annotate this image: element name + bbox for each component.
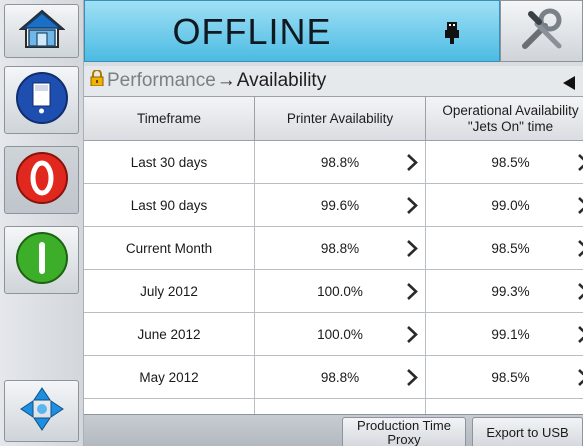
tools-button[interactable] (500, 0, 583, 62)
lock-icon (90, 69, 104, 92)
operational-availability-cell (426, 399, 583, 414)
production-time-proxy-button[interactable]: Production Time Proxy (342, 417, 466, 446)
chevron-right-icon[interactable] (577, 197, 583, 219)
bottom-toolbar: Production Time Proxy Export to USB (84, 414, 583, 446)
printer-availability-cell: 98.8% (255, 356, 426, 398)
chevron-right-icon[interactable] (406, 154, 418, 176)
printer-availability-cell: 99.6% (255, 184, 426, 226)
home-icon (17, 8, 66, 55)
info-icon (15, 71, 69, 130)
table-row-partial (84, 399, 583, 414)
table-row[interactable]: July 2012 100.0% 99.3% (84, 270, 583, 313)
column-header-operational-availability: Operational Availability "Jets On" time (426, 97, 583, 141)
table-row[interactable]: June 2012 100.0% 99.1% (84, 313, 583, 356)
chevron-right-icon[interactable] (577, 326, 583, 348)
breadcrumb-separator: → (216, 70, 236, 91)
operational-availability-cell: 99.0% (426, 184, 583, 226)
chevron-right-icon[interactable] (577, 240, 583, 262)
breadcrumb-current: Availability (236, 70, 327, 91)
navigation-arrows-icon (19, 386, 65, 437)
timeframe-cell (84, 399, 255, 414)
chevron-right-icon[interactable] (577, 154, 583, 176)
chevron-right-icon[interactable] (577, 369, 583, 391)
printer-availability-cell: 100.0% (255, 270, 426, 312)
back-arrow-icon[interactable] (563, 74, 575, 96)
tools-icon (519, 6, 565, 57)
printer-availability-cell: 98.8% (255, 141, 426, 183)
operational-availability-cell: 98.5% (426, 356, 583, 398)
table-row[interactable]: Current Month 98.8% 98.5% (84, 227, 583, 270)
usb-icon (445, 22, 459, 49)
chevron-right-icon[interactable] (406, 240, 418, 262)
timeframe-cell: Last 90 days (84, 184, 255, 226)
chevron-right-icon[interactable] (577, 283, 583, 305)
operational-availability-cell: 98.5% (426, 227, 583, 269)
column-header-printer-availability: Printer Availability (255, 97, 426, 141)
operational-availability-cell: 99.3% (426, 270, 583, 312)
printer-status: OFFLINE (172, 11, 332, 52)
status-bar: OFFLINE (84, 0, 500, 62)
breadcrumb-parent[interactable]: Performance (107, 70, 216, 92)
printer-availability-cell: 100.0% (255, 313, 426, 355)
sidebar (0, 0, 84, 446)
export-to-usb-button[interactable]: Export to USB (472, 417, 583, 446)
start-icon (15, 231, 69, 290)
table-row[interactable]: Last 30 days 98.8% 98.5% (84, 141, 583, 184)
timeframe-cell: Last 30 days (84, 141, 255, 183)
chevron-right-icon[interactable] (406, 197, 418, 219)
timeframe-cell: July 2012 (84, 270, 255, 312)
operational-availability-cell: 98.5% (426, 141, 583, 183)
stop-icon (15, 151, 69, 210)
stop-button[interactable] (4, 146, 79, 214)
breadcrumb: Performance → Availability (84, 66, 583, 96)
start-button[interactable] (4, 226, 79, 294)
timeframe-cell: May 2012 (84, 356, 255, 398)
info-button[interactable] (4, 66, 79, 134)
chevron-right-icon[interactable] (406, 326, 418, 348)
printer-availability-cell: 98.8% (255, 227, 426, 269)
timeframe-cell: Current Month (84, 227, 255, 269)
operational-availability-cell: 99.1% (426, 313, 583, 355)
navigation-button[interactable] (4, 380, 79, 442)
chevron-right-icon[interactable] (406, 283, 418, 305)
chevron-right-icon[interactable] (406, 369, 418, 391)
home-button[interactable] (4, 4, 79, 58)
availability-table: Timeframe Printer Availability Operation… (84, 96, 583, 414)
table-row[interactable]: Last 90 days 99.6% 99.0% (84, 184, 583, 227)
table-header: Timeframe Printer Availability Operation… (84, 97, 583, 141)
column-header-timeframe: Timeframe (84, 97, 255, 141)
printer-availability-cell (255, 399, 426, 414)
timeframe-cell: June 2012 (84, 313, 255, 355)
table-row[interactable]: May 2012 98.8% 98.5% (84, 356, 583, 399)
